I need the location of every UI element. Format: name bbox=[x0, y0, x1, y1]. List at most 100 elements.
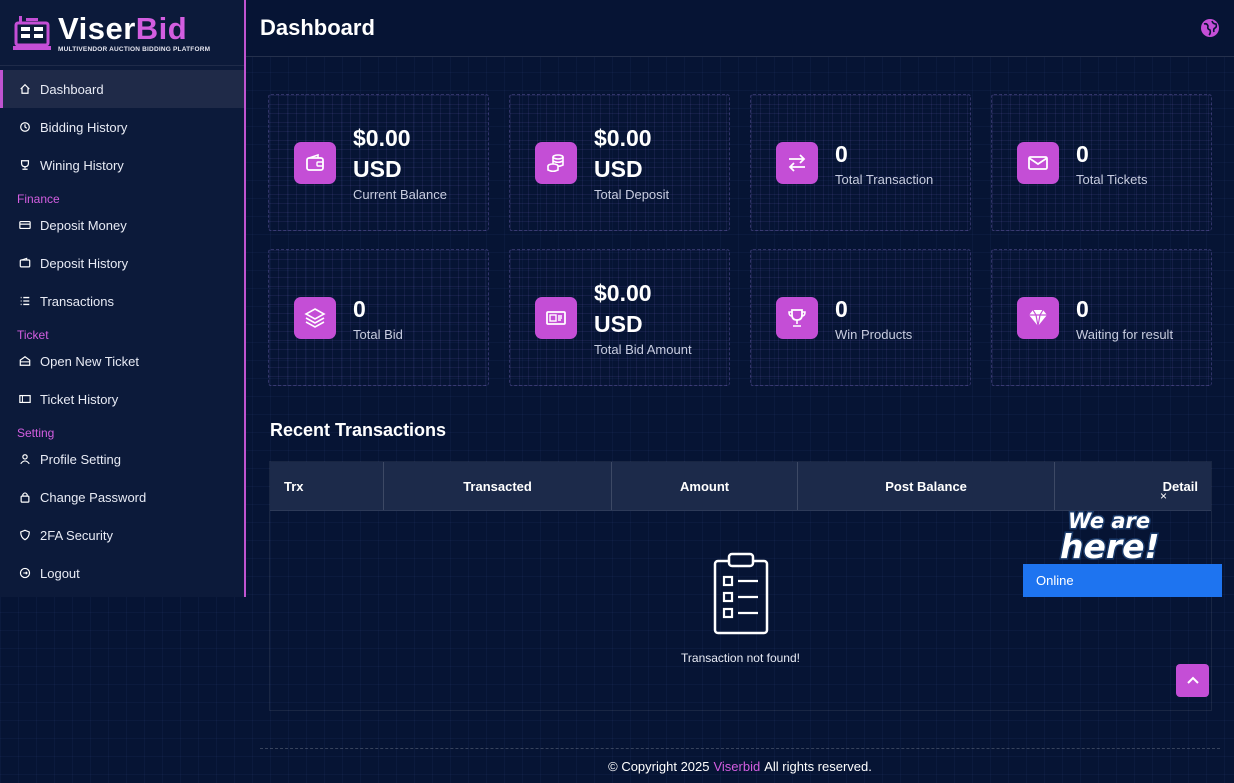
ticket-open-icon bbox=[18, 354, 32, 368]
card-label: Total Transaction bbox=[835, 171, 934, 187]
sidebar-item-deposit-money[interactable]: Deposit Money bbox=[0, 206, 244, 244]
column-header-amount: Amount bbox=[612, 462, 798, 510]
top-header: Dashboard bbox=[246, 0, 1234, 57]
chevron-up-icon bbox=[1186, 676, 1199, 684]
sidebar-item-label: Profile Setting bbox=[40, 451, 121, 467]
sidebar-item-profile-setting[interactable]: Profile Setting bbox=[0, 440, 244, 478]
footer-brand-link[interactable]: Viserbid bbox=[713, 759, 760, 774]
wallet-icon bbox=[18, 256, 32, 270]
chat-status-bar[interactable]: Online bbox=[1023, 564, 1222, 597]
card-value: $0.00 bbox=[353, 125, 411, 151]
history-icon bbox=[18, 120, 32, 134]
menu-section-setting: Setting bbox=[17, 426, 55, 440]
sidebar-item-change-password[interactable]: Change Password bbox=[0, 478, 244, 516]
card-label: Total Deposit bbox=[594, 187, 670, 202]
card-value: 0 bbox=[835, 140, 848, 167]
trophy-icon bbox=[776, 296, 818, 339]
layers-icon bbox=[294, 296, 336, 339]
column-header-detail: Detail bbox=[1162, 478, 1198, 494]
card-label: Current Balance bbox=[353, 187, 447, 202]
page-title: Dashboard bbox=[260, 15, 375, 40]
card-value: 0 bbox=[835, 295, 848, 322]
sidebar-item-2fa-security[interactable]: 2FA Security bbox=[0, 516, 244, 554]
sidebar-item-dashboard[interactable]: Dashboard bbox=[0, 70, 244, 108]
stat-card-win-products[interactable]: 0 Win Products bbox=[750, 249, 971, 386]
sidebar: ViserBid MULTIVENDOR AUCTION BIDDING PLA… bbox=[0, 0, 246, 597]
card-value: 0 bbox=[353, 295, 366, 322]
home-icon bbox=[18, 82, 32, 96]
table-header: Trx Transacted Amount Post Balance Detail bbox=[270, 462, 1211, 511]
footer: © Copyright 2025 Viserbid All rights res… bbox=[260, 748, 1220, 783]
card-label: Total Bid Amount bbox=[594, 342, 692, 357]
sidebar-item-label: Transactions bbox=[40, 293, 114, 309]
column-header-post-balance: Post Balance bbox=[798, 462, 1056, 510]
card-value-unit: USD bbox=[594, 311, 643, 337]
card-value: 0 bbox=[1076, 140, 1089, 167]
exchange-icon bbox=[776, 141, 818, 184]
card-value-unit: USD bbox=[353, 156, 402, 182]
section-title: Recent Transactions bbox=[270, 420, 447, 440]
stat-card-total-deposit[interactable]: $0.00 USD Total Deposit bbox=[509, 94, 730, 231]
sidebar-item-label: Open New Ticket bbox=[40, 353, 139, 369]
stat-card-total-bid-amount[interactable]: $0.00 USD Total Bid Amount bbox=[509, 249, 730, 386]
coins-icon bbox=[535, 141, 577, 184]
brand-name: ViserBid bbox=[58, 10, 188, 46]
sidebar-item-label: Ticket History bbox=[40, 391, 119, 407]
menu-section-finance: Finance bbox=[17, 192, 60, 206]
stat-card-total-transaction[interactable]: 0 Total Transaction bbox=[750, 94, 971, 231]
clipboard-icon bbox=[713, 552, 768, 635]
card-value: $0.00 bbox=[594, 125, 652, 151]
sidebar-item-ticket-history[interactable]: Ticket History bbox=[0, 380, 244, 418]
sidebar-menu: Dashboard Bidding History Wining History Fi… bbox=[0, 66, 244, 592]
sidebar-item-bidding-history[interactable]: Bidding History bbox=[0, 108, 244, 146]
logo-icon bbox=[13, 15, 51, 50]
sidebar-item-label: Deposit History bbox=[40, 255, 129, 271]
sidebar-item-label: Wining History bbox=[40, 157, 124, 173]
wallet-icon bbox=[294, 141, 336, 184]
sidebar-item-label: Logout bbox=[40, 565, 80, 581]
sidebar-item-open-new-ticket[interactable]: Open New Ticket bbox=[0, 342, 244, 380]
card-value-unit: USD bbox=[594, 156, 643, 182]
card-value: 0 bbox=[1076, 295, 1089, 322]
sidebar-item-logout[interactable]: Logout bbox=[0, 554, 244, 592]
lock-icon bbox=[18, 490, 32, 504]
card-label: Waiting for result bbox=[1076, 326, 1174, 342]
chat-badge-line2: here! bbox=[1060, 527, 1160, 564]
chat-badge[interactable]: We are here! bbox=[1058, 506, 1180, 565]
trophy-icon bbox=[18, 158, 32, 172]
card-label: Total Bid bbox=[353, 326, 403, 342]
sidebar-item-label: Change Password bbox=[40, 489, 147, 505]
sidebar-item-deposit-history[interactable]: Deposit History bbox=[0, 244, 244, 282]
footer-rights: All rights reserved. bbox=[764, 758, 872, 774]
stat-card-current-balance[interactable]: $0.00 USD Current Balance bbox=[268, 94, 489, 231]
brand-tagline: MULTIVENDOR AUCTION BIDDING PLATFORM bbox=[58, 45, 211, 53]
sidebar-item-wining-history[interactable]: Wining History bbox=[0, 146, 244, 184]
sidebar-item-label: Bidding History bbox=[40, 119, 128, 135]
sidebar-item-label: Dashboard bbox=[40, 81, 104, 97]
chat-close-button[interactable]: × bbox=[1160, 489, 1167, 503]
column-header-trx: Trx bbox=[270, 462, 384, 510]
user-icon bbox=[18, 452, 32, 466]
card-label: Total Tickets bbox=[1076, 171, 1148, 187]
sidebar-item-transactions[interactable]: Transactions bbox=[0, 282, 244, 320]
stats-cards: $0.00 USD Current Balance $0.00 USD Total Dep… bbox=[268, 94, 1212, 386]
money-icon bbox=[535, 296, 577, 339]
shield-icon bbox=[18, 528, 32, 542]
list-icon bbox=[18, 294, 32, 308]
globe-icon[interactable] bbox=[1200, 18, 1220, 38]
stat-card-total-tickets[interactable]: 0 Total Tickets bbox=[991, 94, 1212, 231]
empty-text: Transaction not found! bbox=[681, 651, 800, 665]
card-value: $0.00 bbox=[594, 280, 652, 306]
stat-card-total-bid[interactable]: 0 Total Bid bbox=[268, 249, 489, 386]
card-label: Win Products bbox=[835, 326, 913, 342]
column-header-transacted: Transacted bbox=[384, 462, 613, 510]
logout-icon bbox=[18, 566, 32, 580]
sidebar-item-label: Deposit Money bbox=[40, 217, 127, 233]
card-icon bbox=[18, 218, 32, 232]
menu-section-ticket: Ticket bbox=[17, 328, 49, 342]
scroll-top-button[interactable] bbox=[1176, 664, 1209, 697]
ticket-icon bbox=[18, 392, 32, 406]
stat-card-waiting-for-result[interactable]: 0 Waiting for result bbox=[991, 249, 1212, 386]
logo[interactable]: ViserBid MULTIVENDOR AUCTION BIDDING PLA… bbox=[0, 0, 244, 66]
diamond-icon bbox=[1017, 296, 1059, 339]
